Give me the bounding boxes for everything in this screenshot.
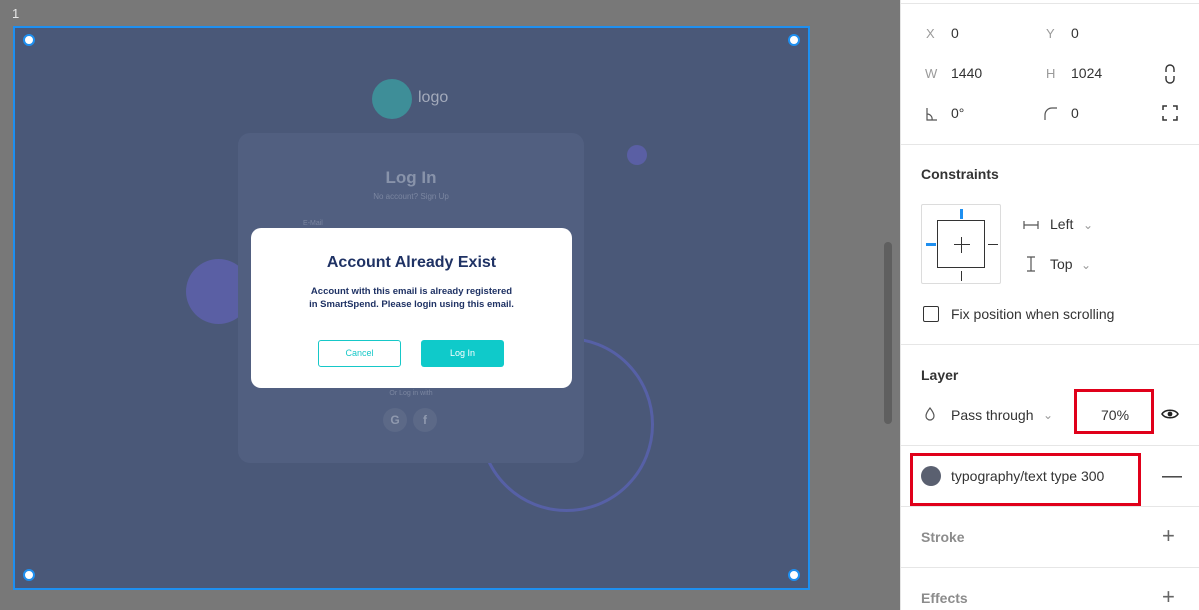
horizontal-constraint-select[interactable]: Left <box>1050 216 1073 232</box>
constrain-proportions-icon[interactable] <box>1163 63 1177 88</box>
height-input[interactable]: 1024 <box>1071 65 1102 81</box>
decorative-circle-small <box>627 145 647 165</box>
resize-handle-top-right[interactable] <box>788 34 800 46</box>
account-exists-modal: Account Already Exist Account with this … <box>251 228 572 388</box>
selected-frame[interactable]: logo Log In No account? Sign Up E-Mail O… <box>13 26 810 590</box>
fill-style-name[interactable]: typography/text type 300 <box>951 468 1104 484</box>
modal-message: Account with this email is already regis… <box>309 286 514 310</box>
divider <box>901 445 1199 446</box>
vertical-constraint-icon <box>1025 256 1037 275</box>
cancel-button[interactable]: Cancel <box>318 340 401 367</box>
constraints-inner-box <box>937 220 985 268</box>
blend-mode-select[interactable]: Pass through <box>951 407 1034 423</box>
canvas-scrollbar[interactable] <box>884 242 892 424</box>
rotation-icon <box>926 106 938 124</box>
constraint-top-active[interactable] <box>960 209 963 219</box>
x-label: X <box>926 26 935 41</box>
constraints-cross-v <box>961 237 962 253</box>
remove-fill-icon[interactable]: — <box>1162 466 1182 486</box>
stroke-title: Stroke <box>921 529 965 545</box>
vertical-constraint-select[interactable]: Top <box>1050 256 1073 272</box>
chevron-down-icon[interactable]: ⌄ <box>1081 256 1091 274</box>
divider <box>901 567 1199 568</box>
logo-circle <box>372 79 412 119</box>
w-label: W <box>925 66 938 81</box>
rotation-input[interactable]: 0° <box>951 105 964 121</box>
blend-mode-icon <box>925 406 935 424</box>
facebook-icon: f <box>413 408 437 432</box>
login-button[interactable]: Log In <box>421 340 504 367</box>
modal-title: Account Already Exist <box>326 254 497 271</box>
chevron-down-icon[interactable]: ⌄ <box>1083 216 1093 234</box>
constraint-bottom[interactable] <box>961 271 962 281</box>
independent-corners-icon[interactable] <box>1162 105 1178 124</box>
divider <box>901 506 1199 507</box>
constraints-widget[interactable] <box>921 204 1001 284</box>
x-input[interactable]: 0 <box>951 25 959 41</box>
eye-icon[interactable] <box>1161 406 1179 424</box>
or-login-with-text: Or Log in with <box>389 390 433 397</box>
logo-text: logo <box>418 89 449 106</box>
horizontal-constraint-icon <box>1023 216 1039 234</box>
chevron-down-icon[interactable]: ⌄ <box>1043 406 1053 424</box>
resize-handle-top-left[interactable] <box>23 34 35 46</box>
frame-label[interactable]: 1 <box>12 6 19 21</box>
divider <box>901 3 1199 4</box>
corner-radius-icon <box>1044 106 1058 124</box>
resize-handle-bottom-right[interactable] <box>788 569 800 581</box>
width-input[interactable]: 1440 <box>951 65 982 81</box>
h-label: H <box>1046 66 1056 81</box>
constraints-cross-h <box>954 244 970 245</box>
corner-radius-input[interactable]: 0 <box>1071 105 1079 121</box>
divider <box>901 344 1199 345</box>
constraint-left-active[interactable] <box>926 243 936 246</box>
constraints-title: Constraints <box>921 166 999 182</box>
login-card-subtitle: No account? Sign Up <box>373 192 449 201</box>
resize-handle-bottom-left[interactable] <box>23 569 35 581</box>
y-input[interactable]: 0 <box>1071 25 1079 41</box>
fix-position-checkbox[interactable] <box>923 306 939 322</box>
add-effect-icon[interactable]: + <box>1162 586 1175 608</box>
effects-title: Effects <box>921 590 968 606</box>
add-stroke-icon[interactable]: + <box>1162 525 1175 547</box>
design-canvas[interactable]: 1 logo Log In No account? Sign Up E-Mail… <box>0 0 900 610</box>
layer-title: Layer <box>921 367 959 383</box>
constraint-right[interactable] <box>988 244 998 245</box>
fill-color-swatch[interactable] <box>921 466 941 486</box>
divider <box>901 144 1199 145</box>
login-card-title: Log In <box>385 168 437 187</box>
y-label: Y <box>1046 26 1055 41</box>
properties-panel: X 0 Y 0 W 1440 H 1024 0° 0 Constraints L… <box>900 0 1199 610</box>
google-icon: G <box>383 408 407 432</box>
email-label: E-Mail <box>303 220 323 227</box>
opacity-input[interactable]: 70% <box>1101 407 1129 423</box>
fix-position-label: Fix position when scrolling <box>951 306 1115 322</box>
